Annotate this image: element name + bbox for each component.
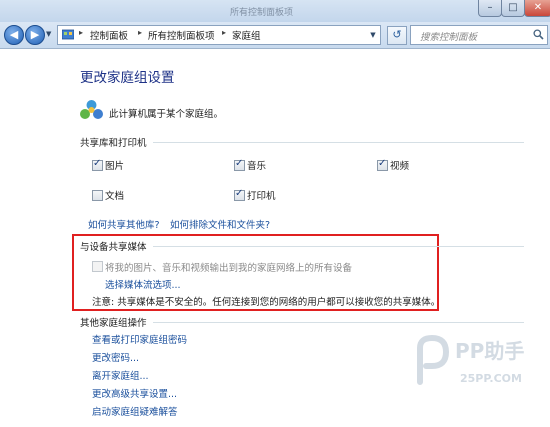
refresh-button[interactable]: ↺ xyxy=(387,26,407,45)
share-documents-checkbox[interactable] xyxy=(92,190,103,201)
homegroup-icon xyxy=(80,100,103,119)
sharing-divider xyxy=(153,142,524,143)
breadcrumb-separator-icon: ▸ xyxy=(79,28,84,37)
share-music-checkbox[interactable] xyxy=(234,158,245,171)
share-pictures-checkbox[interactable] xyxy=(92,158,103,171)
breadcrumb-homegroup[interactable]: 家庭组 xyxy=(232,28,261,42)
stream-media-label: 将我的图片、音乐和视频输出到我的家庭网络上的所有设备 xyxy=(105,263,353,274)
breadcrumb-separator-icon[interactable]: ▸ xyxy=(138,28,142,37)
minimize-button[interactable]: – xyxy=(478,0,502,17)
search-icon[interactable] xyxy=(533,29,544,40)
page-title: 更改家庭组设置 xyxy=(80,70,175,86)
watermark-url: 25PP.COM xyxy=(460,372,522,385)
breadcrumb-all-items[interactable]: 所有控制面板项 xyxy=(148,28,215,42)
share-pictures-label: 图片 xyxy=(105,161,125,172)
address-dropdown-icon[interactable]: ▼ xyxy=(366,26,380,44)
share-videos-checkbox[interactable] xyxy=(377,158,388,171)
sharing-heading: 共享库和打印机 xyxy=(80,138,147,149)
media-security-note: 注意: 共享媒体是不安全的。任何连接到您的网络的用户都可以接收您的共享媒体。 xyxy=(92,297,441,308)
media-stream-options-link[interactable]: 选择媒体流选项... xyxy=(105,277,181,291)
window-titlebar: 所有控制面板项 – □ ✕ xyxy=(0,0,550,22)
control-panel-icon xyxy=(62,29,74,40)
other-actions-divider xyxy=(153,322,524,323)
other-actions-heading: 其他家庭组操作 xyxy=(80,318,147,329)
back-button[interactable]: ◀ xyxy=(4,25,24,45)
homegroup-status-text: 此计算机属于某个家庭组。 xyxy=(109,109,224,120)
share-videos-label: 视频 xyxy=(390,161,410,172)
share-documents-label: 文档 xyxy=(105,191,125,202)
close-button[interactable]: ✕ xyxy=(524,0,550,17)
change-password-link[interactable]: 更改密码... xyxy=(92,350,139,364)
share-other-libraries-link[interactable]: 如何共享其他库? xyxy=(88,217,160,231)
share-printers-label: 打印机 xyxy=(247,191,276,202)
stream-media-checkbox[interactable] xyxy=(92,261,103,272)
share-printers-checkbox[interactable] xyxy=(234,188,245,201)
search-placeholder: 搜索控制面板 xyxy=(420,32,478,43)
share-music-label: 音乐 xyxy=(247,161,267,172)
advanced-sharing-link[interactable]: 更改高级共享设置... xyxy=(92,386,177,400)
recent-pages-dropdown-icon[interactable]: ▼ xyxy=(46,30,51,38)
breadcrumb-control-panel[interactable]: 控制面板 xyxy=(90,28,128,42)
exclude-files-link[interactable]: 如何排除文件和文件夹? xyxy=(170,217,270,231)
watermark: PP助手 25PP.COM xyxy=(408,332,548,422)
troubleshooter-link[interactable]: 启动家庭组疑难解答 xyxy=(92,404,178,418)
view-print-password-link[interactable]: 查看或打印家庭组密码 xyxy=(92,332,187,346)
leave-homegroup-link[interactable]: 离开家庭组... xyxy=(92,368,149,382)
window-title: 所有控制面板项 xyxy=(230,8,294,18)
address-bar[interactable]: ▸ 控制面板 ▸ 所有控制面板项 ▸ 家庭组 ▼ xyxy=(57,25,381,45)
navigation-bar: ◀ ▶ ▼ ▸ 控制面板 ▸ 所有控制面板项 ▸ 家庭组 ▼ ↺ 搜索控制面板 xyxy=(0,22,550,49)
forward-button[interactable]: ▶ xyxy=(25,25,45,45)
search-box[interactable]: 搜索控制面板 xyxy=(410,25,548,45)
media-heading: 与设备共享媒体 xyxy=(80,242,147,253)
maximize-button[interactable]: □ xyxy=(501,0,525,17)
media-divider xyxy=(153,246,524,247)
watermark-brand: PP助手 xyxy=(455,339,525,363)
breadcrumb-separator-icon[interactable]: ▸ xyxy=(222,28,226,37)
pp-logo-icon xyxy=(417,334,450,385)
